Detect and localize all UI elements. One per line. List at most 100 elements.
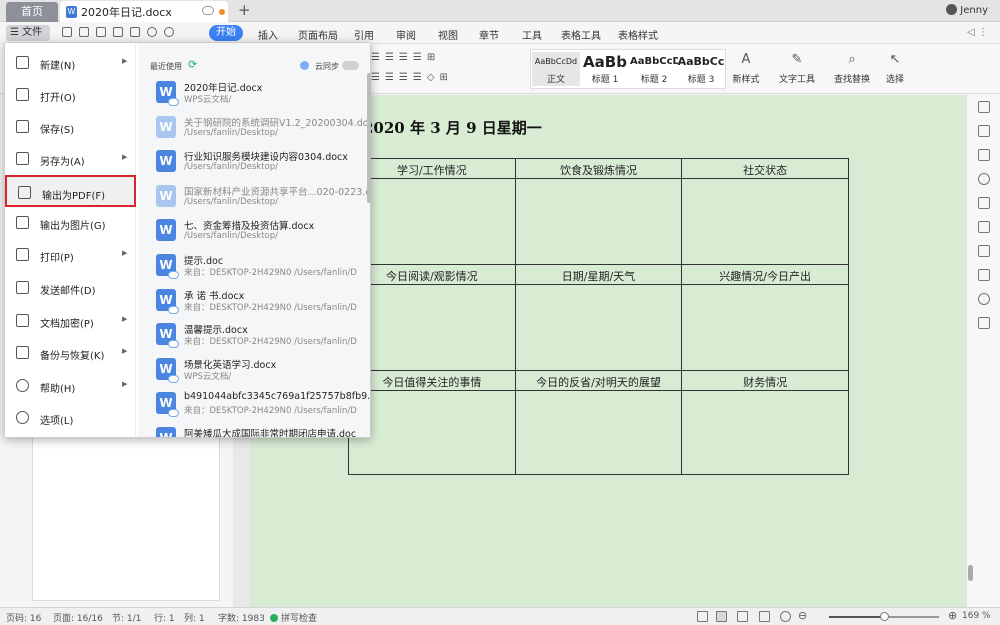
menu-insert[interactable]: 插入 [258,27,278,42]
table-cell[interactable] [348,390,516,475]
vertical-scrollbar[interactable] [967,95,975,607]
recent-file-item[interactable]: W 提示.doc 来自：DESKTOP-2H429N0 /Users/fanlin/… [153,251,370,285]
menu-references[interactable]: 引用 [354,27,374,42]
table-cell[interactable] [514,178,683,265]
sync-toggle[interactable] [342,61,359,70]
user-account[interactable]: Jenny [946,4,988,16]
outline-view-icon[interactable] [737,611,748,622]
open-icon[interactable] [79,27,89,37]
style-heading-1[interactable]: AaBb 标题 1 [581,52,629,86]
page-view-icon[interactable] [716,611,727,622]
style-icon[interactable] [978,125,990,137]
recent-file-item[interactable]: W 承 诺 书.docx 来自：DESKTOP-2H429N0 /Users/fan… [153,286,370,320]
file-menu-item[interactable]: 帮助(H) ▶ [5,370,136,402]
file-menu-item[interactable]: 选项(L) [5,402,136,434]
file-menu-button[interactable]: ☰ 文件 [6,25,50,41]
fill-icon[interactable] [978,173,990,185]
menu-view[interactable]: 视图 [438,27,458,42]
recent-file-item[interactable]: W 行业知识服务模块建设内容0304.docx/Users/fanlin/Desk… [153,147,370,181]
preview-icon[interactable] [130,27,140,37]
recent-file-item[interactable]: W 2020年日记.docx WPS云文档/ [153,78,370,112]
recent-file-item[interactable]: W 场景化英语学习.docx WPS云文档/ [153,355,370,389]
zoom-slider-knob[interactable] [880,612,889,621]
menu-page-layout[interactable]: 页面布局 [298,27,338,42]
refresh-icon[interactable]: ⟳ [188,58,197,71]
shape-icon[interactable] [978,149,990,161]
recent-scrollbar[interactable] [367,73,371,203]
menu-chapter[interactable]: 章节 [479,27,499,42]
redo-icon[interactable] [164,27,174,37]
paragraph-format-icons[interactable]: ☰☰☰☰⊞ [371,52,440,63]
file-menu-item[interactable]: 备份与恢复(K) ▶ [5,337,136,369]
zoom-in-icon[interactable]: ⊕ [948,609,957,622]
recent-file-item[interactable]: Wb491044abfc3345c769a1f25757b8fb9.do 来自：D… [153,389,370,423]
eye-protection-icon[interactable] [780,611,791,622]
file-menu-item[interactable]: 新建(N) ▶ [5,47,136,79]
fit-icon[interactable] [697,611,708,622]
table-cell[interactable] [681,284,849,371]
file-menu-item[interactable]: 打印(P) ▶ [5,239,136,271]
save-icon[interactable] [96,27,106,37]
table-cell[interactable] [514,390,683,475]
zoom-level[interactable]: 169 % [962,611,991,621]
table-cell[interactable]: 财务情况 [681,370,849,391]
share-icon[interactable]: ◁ ⋮ [967,27,988,38]
menu-tools[interactable]: 工具 [522,27,542,42]
menu-review[interactable]: 审阅 [396,27,416,42]
table-cell[interactable]: 社交状态 [681,158,849,179]
recent-file-item[interactable]: W 温馨提示.docx 来自：DESKTOP-2H429N0 /Users/fanl… [153,320,370,354]
table-cell[interactable] [348,178,516,265]
spell-check[interactable]: 拼写检查 [270,611,317,624]
table-cell[interactable]: 兴趣情况/今日产出 [681,264,849,285]
table-cell[interactable]: 饮食及锻炼情况 [514,158,683,179]
table-cell[interactable] [681,178,849,265]
menu-start[interactable]: 开始 [209,25,243,41]
status-words[interactable]: 字数: 1983 [218,611,265,624]
adjust-icon[interactable] [978,269,990,281]
diary-table[interactable]: 学习/工作情况 饮食及锻炼情况 社交状态 今日阅读/观影情况 日期/星期/天气 … [348,158,849,475]
file-menu-item[interactable]: 保存(S) [5,111,136,143]
print-icon[interactable] [113,27,123,37]
table-cell[interactable]: 今日阅读/观影情况 [348,264,516,285]
text-tools-button[interactable]: ✎ 文字工具 [775,52,819,85]
zoom-out-icon[interactable]: ⊖ [798,609,807,622]
image-tool-icon[interactable] [978,317,990,329]
file-menu-item[interactable]: 输出为图片(G) [5,207,136,239]
table-cell[interactable]: 学习/工作情况 [348,158,516,179]
style-normal[interactable]: AaBbCcDd 正文 [532,52,580,86]
file-menu-item[interactable]: 另存为(A) ▶ [5,143,136,175]
new-style-button[interactable]: A 新样式 [728,52,764,85]
select-button[interactable]: ↖ 选择 [880,52,910,85]
file-menu-item[interactable]: 发送邮件(D) [5,272,136,304]
cursor-tool-icon[interactable] [978,221,990,233]
table-cell[interactable] [514,284,683,371]
new-icon[interactable] [62,27,72,37]
recent-file-item[interactable]: W 关于钢研院的系统调研V1.2_20200304.docx/Users/fanl… [153,113,370,147]
file-menu-item[interactable]: 打开(O) [5,79,136,111]
zoom-slider[interactable] [829,612,939,621]
align-icons[interactable]: ☰☰☰☰◇⊞ [371,72,453,83]
scrollbar-thumb[interactable] [968,565,973,581]
history-icon[interactable] [978,293,990,305]
status-pages[interactable]: 页面: 16/16 [53,611,103,624]
style-heading-3[interactable]: AaBbCc 标题 3 [677,52,725,86]
menu-table-tools[interactable]: 表格工具 [561,27,601,42]
table-cell[interactable] [348,284,516,371]
collapse-icon[interactable] [978,101,990,113]
undo-icon[interactable] [147,27,157,37]
table-cell[interactable]: 今日的反省/对明天的展望 [514,370,683,391]
style-heading-2[interactable]: AaBbCcD 标题 2 [630,52,678,86]
recent-file-item[interactable]: W 阿美矮瓜大成国际非常时期闭店申请.doc [153,424,370,437]
table-cell[interactable]: 日期/星期/天气 [514,264,683,285]
tab-home[interactable]: 首页 [6,2,58,22]
recent-file-item[interactable]: W 国家新材料产业资源共享平台...020-0223.doc/Users/fanl… [153,182,370,216]
web-view-icon[interactable] [759,611,770,622]
cloud-sync[interactable]: 云同步 [300,61,359,72]
lock-icon[interactable] [978,245,990,257]
recent-file-item[interactable]: W 七、资金筹措及投资估算.docx/Users/fanlin/Desktop/ [153,216,370,250]
tab-document[interactable]: W 2020年日记.docx [60,1,228,22]
find-replace-button[interactable]: ⌕ 查找替换 [830,52,874,85]
settings-icon[interactable] [978,197,990,209]
add-tab-button[interactable]: + [238,1,251,19]
file-menu-item[interactable]: 文档加密(P) ▶ [5,305,136,337]
